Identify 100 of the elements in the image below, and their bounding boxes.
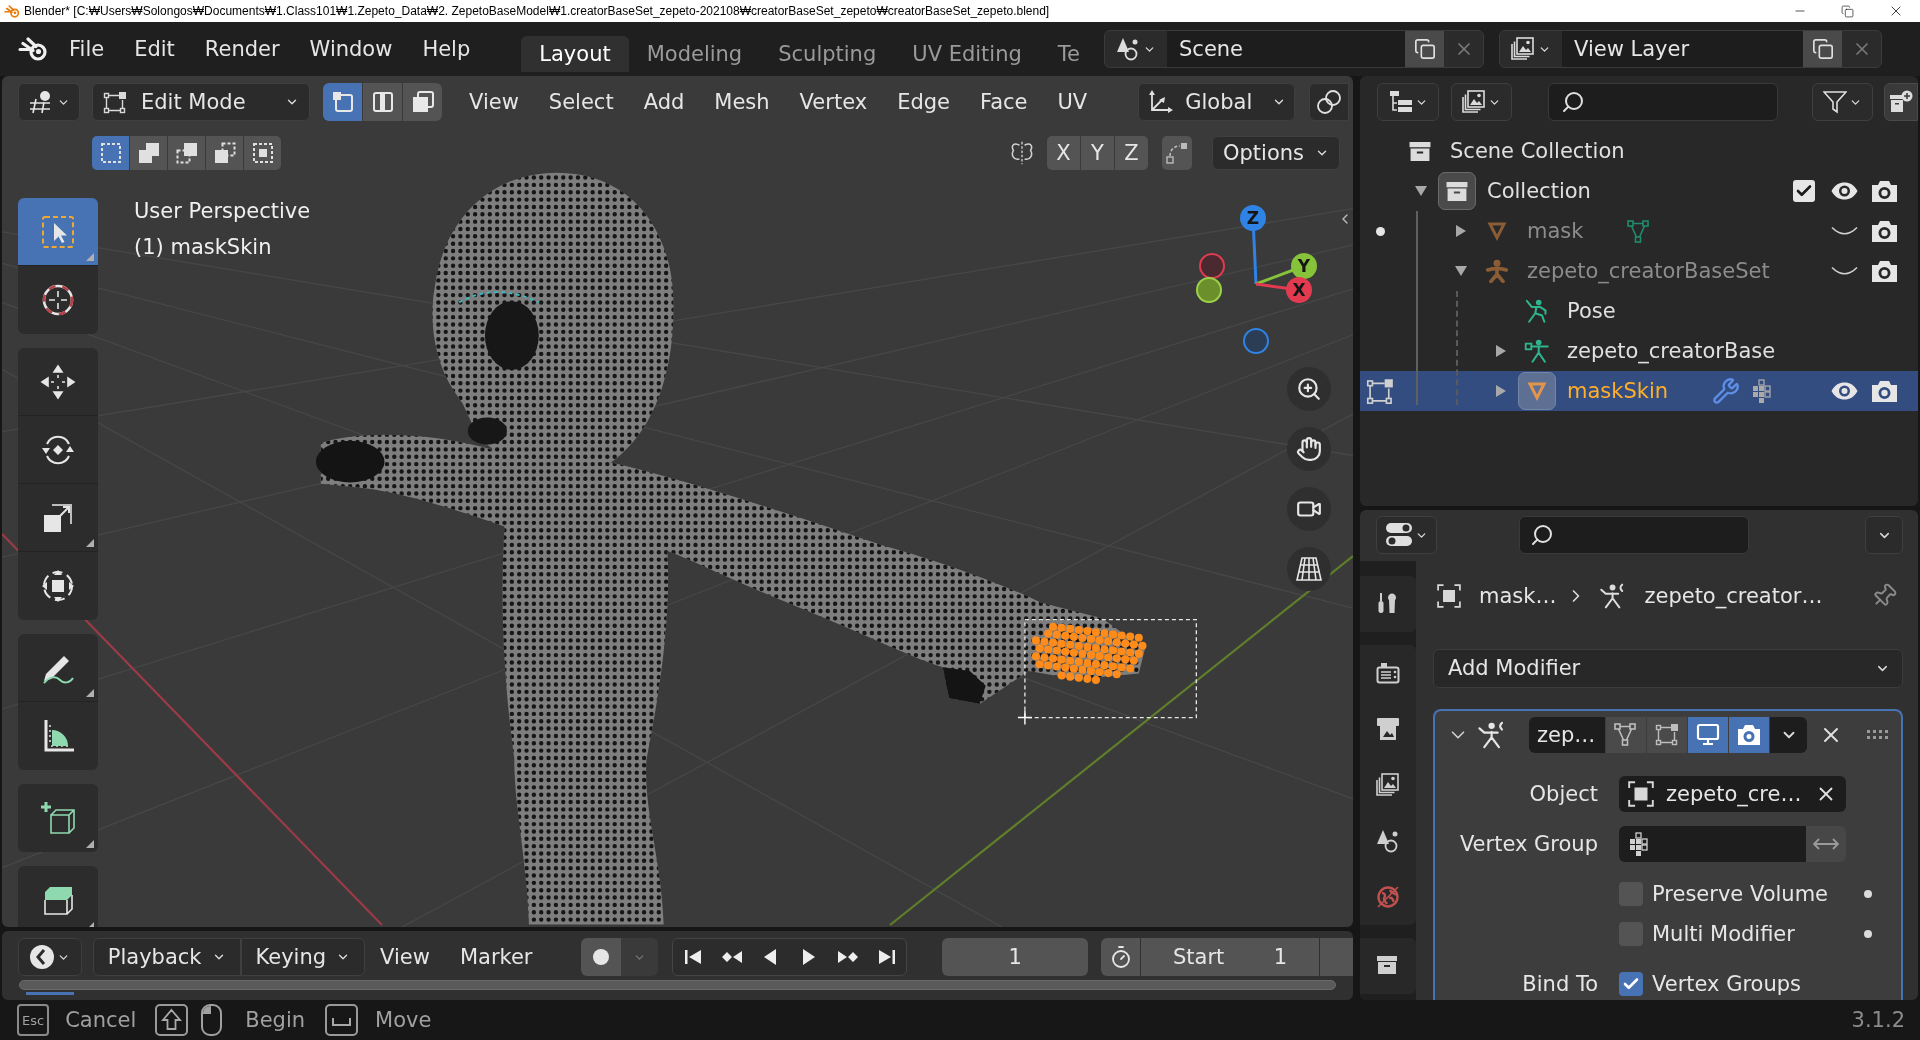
menu-item[interactable]: Render — [189, 31, 295, 67]
menu-dropdown[interactable]: Keying — [240, 938, 366, 976]
menu-item[interactable]: Mesh — [699, 83, 785, 121]
menu-item[interactable]: Edit — [119, 31, 190, 67]
options-dropdown[interactable]: Options — [1212, 136, 1340, 170]
menu-item[interactable]: Window — [294, 31, 408, 67]
menu-item[interactable]: View — [365, 938, 445, 976]
menu-item[interactable]: View — [454, 83, 534, 121]
new-scene-button[interactable] — [1405, 31, 1444, 67]
mirror-axis-toggle[interactable]: X — [1047, 136, 1080, 170]
cursor-tool-button[interactable] — [18, 266, 98, 334]
new-collection-button[interactable] — [1884, 83, 1918, 121]
camera-icon[interactable] — [1870, 259, 1898, 283]
collection-tab[interactable] — [1360, 938, 1416, 994]
editor-type-dropdown[interactable] — [18, 938, 82, 976]
vertex-select-mode-button[interactable] — [323, 83, 362, 121]
display-mode-dropdown[interactable] — [1377, 83, 1439, 121]
measure-tool-button[interactable] — [18, 702, 98, 770]
search-field[interactable] — [1519, 516, 1749, 554]
preview-range-button[interactable] — [1101, 938, 1140, 976]
outliner-item-label[interactable]: Collection — [1487, 180, 1591, 202]
mirror-axis-toggle[interactable]: Y — [1081, 136, 1114, 170]
gizmo-axis-handle[interactable]: Y — [1291, 253, 1317, 279]
wrench-icon[interactable] — [1712, 377, 1741, 405]
auto-keying-button[interactable] — [581, 938, 622, 976]
modifier-name-field[interactable]: zep… — [1529, 717, 1605, 753]
gizmo-axis-handle[interactable]: X — [1286, 277, 1312, 303]
outliner-item-label[interactable]: Scene Collection — [1450, 140, 1625, 162]
vertex-group-field[interactable] — [1619, 826, 1806, 862]
proportional-editing-button[interactable] — [1309, 83, 1350, 121]
extend-selection-mode-button[interactable] — [130, 136, 167, 170]
orientation-dropdown[interactable]: Global — [1138, 83, 1296, 121]
view-layer-dropdown[interactable] — [1451, 83, 1512, 121]
perspective-toggle-button[interactable] — [1287, 547, 1331, 591]
edit-mode-toggle[interactable] — [1606, 717, 1646, 753]
end-frame-field[interactable] — [1320, 938, 1353, 976]
collection-box-icon[interactable] — [1438, 172, 1476, 210]
butterfly-icon[interactable] — [1010, 141, 1034, 165]
render-tab[interactable] — [1360, 645, 1416, 701]
viewport-toggle[interactable] — [1688, 717, 1728, 753]
collection-box-icon[interactable] — [1408, 140, 1432, 162]
checkbox[interactable] — [1793, 180, 1815, 202]
gizmo-negative-axis-handle[interactable] — [1196, 277, 1222, 303]
menu-item[interactable]: File — [54, 31, 120, 67]
mirror-axis-toggle[interactable]: Z — [1115, 136, 1148, 170]
current-frame-field[interactable]: 1 — [942, 938, 1088, 976]
closed-eye-icon[interactable] — [1830, 226, 1858, 236]
view-layer-name-field[interactable]: View Layer — [1562, 31, 1803, 67]
move-tool-button[interactable] — [18, 348, 98, 416]
camera-view-button[interactable] — [1287, 487, 1331, 531]
restore-icon[interactable] — [1841, 4, 1854, 18]
object-field[interactable]: zepeto_cre… — [1619, 776, 1846, 812]
search-field[interactable] — [1548, 83, 1778, 121]
workspace-tab[interactable]: UV Editing — [894, 36, 1040, 72]
tool-tab[interactable] — [1360, 576, 1416, 632]
subtract-selection-mode-button[interactable] — [168, 136, 205, 170]
menu-item[interactable]: Face — [965, 83, 1043, 121]
camera-icon[interactable] — [1870, 179, 1898, 203]
add-cube-tool-button[interactable] — [18, 784, 98, 852]
new-view-layer-button[interactable] — [1803, 31, 1842, 67]
editor-type-dropdown[interactable] — [1376, 516, 1437, 554]
gizmo-axis-handle[interactable]: Z — [1240, 205, 1266, 231]
dot-icon[interactable] — [1864, 890, 1872, 898]
extrude-tool-button[interactable] — [18, 866, 98, 927]
person-figure-icon[interactable] — [1485, 259, 1509, 283]
snap-toggle-button[interactable] — [1162, 136, 1192, 170]
logo-icon[interactable] — [18, 37, 48, 61]
mode-dropdown[interactable]: Edit Mode — [92, 83, 310, 121]
square-grid-icon[interactable] — [1752, 378, 1772, 404]
render-toggle[interactable] — [1729, 717, 1769, 753]
outliner-item-label[interactable]: Pose — [1567, 300, 1616, 322]
zoom-button[interactable] — [1287, 367, 1331, 411]
face-select-mode-button[interactable] — [403, 83, 442, 121]
menu-item[interactable]: UV — [1042, 83, 1103, 121]
eye-icon[interactable] — [1830, 382, 1858, 400]
dot-icon[interactable] — [1375, 226, 1385, 236]
workspace-tab[interactable]: Te — [1039, 36, 1098, 72]
closed-eye-icon[interactable] — [1830, 266, 1858, 276]
eye-icon[interactable] — [1830, 182, 1858, 200]
workspace-tab[interactable]: Modeling — [628, 36, 761, 72]
pan-button[interactable] — [1287, 427, 1331, 471]
intersect-selection-mode-button[interactable] — [244, 136, 281, 170]
vertex-triangle-icon[interactable] — [1627, 219, 1650, 243]
timeline-scrollbar[interactable] — [19, 980, 1336, 990]
mesh-triangle-icon[interactable] — [1485, 220, 1509, 242]
rotate-tool-button[interactable] — [18, 416, 98, 484]
workspace-tab[interactable]: Layout — [521, 36, 629, 72]
filter-dropdown[interactable] — [1812, 83, 1873, 121]
start-frame-field[interactable]: Start 1 — [1141, 938, 1319, 976]
menu-item[interactable]: Edge — [882, 83, 965, 121]
workspace-tab[interactable]: Sculpting — [760, 36, 895, 72]
scale-tool-button[interactable] — [18, 484, 98, 552]
invert-button[interactable] — [1806, 826, 1846, 862]
expand-triangle-icon[interactable] — [1455, 225, 1467, 237]
figure-with-square-icon[interactable] — [1524, 338, 1550, 364]
annotate-tool-button[interactable] — [18, 634, 98, 702]
dot-icon[interactable] — [1864, 930, 1872, 938]
collapse-triangle-icon[interactable] — [1455, 265, 1467, 277]
expand-triangle-icon[interactable] — [1495, 385, 1507, 397]
menu-item[interactable]: Select — [533, 83, 629, 121]
